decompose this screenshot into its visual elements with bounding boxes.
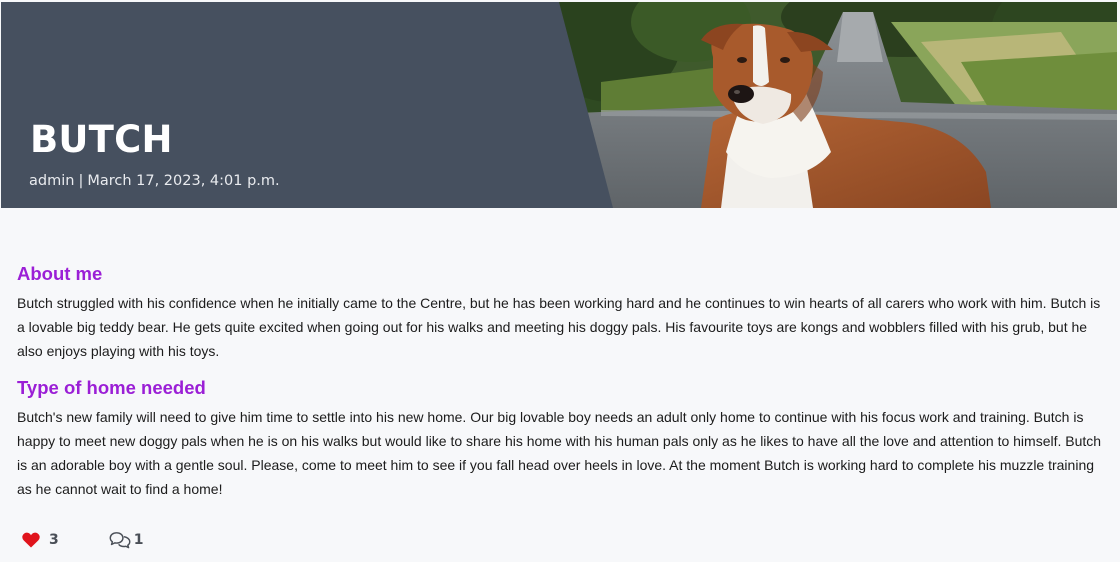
like-button[interactable]: 3 [22, 532, 59, 548]
post-meta: admin | March 17, 2023, 4:01 p.m. [29, 173, 280, 189]
section-body-about-me: Butch struggled with his confidence when… [17, 295, 1101, 359]
heart-icon[interactable] [22, 532, 40, 548]
post-reactions: 3 1 [22, 529, 144, 551]
section-heading-home-needed: Type of home needed [17, 377, 206, 398]
post-author: admin [29, 173, 75, 189]
post-title: BUTCH [30, 118, 173, 161]
comments-button[interactable]: 1 [109, 531, 144, 549]
section-heading-about-me: About me [17, 263, 103, 284]
section-body-home-needed: Butch's new family will need to give him… [17, 409, 1102, 497]
comment-count: 1 [133, 532, 144, 548]
post-detail-page: BUTCH admin | March 17, 2023, 4:01 p.m. Ab… [0, 0, 1120, 562]
post-content: About me Butch struggled with his confid… [17, 262, 1107, 501]
meta-separator: | [78, 173, 84, 189]
like-count: 3 [49, 532, 59, 548]
post-date: March 17, 2023, 4:01 p.m. [87, 173, 280, 189]
hero-banner: BUTCH admin | March 17, 2023, 4:01 p.m. [1, 2, 1117, 208]
comments-icon[interactable] [109, 531, 131, 549]
